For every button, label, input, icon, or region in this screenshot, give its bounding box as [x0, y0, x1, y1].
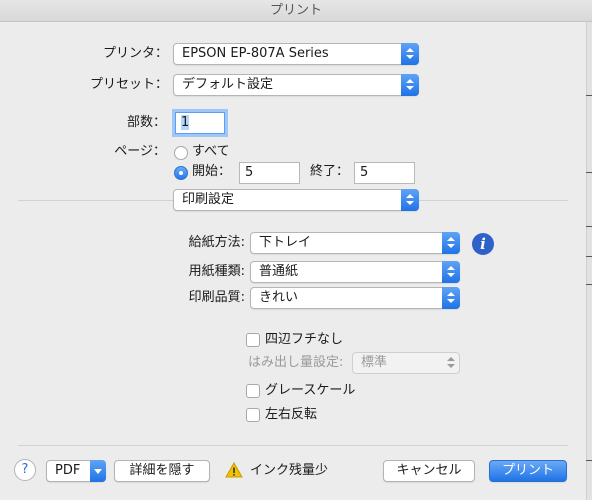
print-quality-value: きれい [259, 290, 299, 305]
chevron-updown-icon [442, 287, 460, 309]
pages-all-radio[interactable] [174, 146, 188, 160]
copies-label: 部数： [126, 115, 166, 130]
copies-field[interactable]: 1 [175, 112, 225, 134]
paper-source-popup[interactable]: 下トレイ [250, 232, 460, 254]
paper-source-value: 下トレイ [259, 235, 312, 250]
borderless-checkbox[interactable] [246, 333, 260, 347]
pages-to-field[interactable]: 5 [354, 162, 415, 184]
print-button[interactable]: プリント [489, 460, 567, 482]
chevron-updown-icon [401, 74, 419, 96]
chevron-updown-icon [442, 352, 460, 374]
preset-popup[interactable]: デフォルト設定 [173, 74, 419, 96]
cancel-button[interactable]: キャンセル [383, 460, 475, 482]
warning-icon [225, 462, 243, 478]
preset-label: プリセット： [89, 77, 168, 92]
copies-value: 1 [181, 115, 190, 130]
window-edge [586, 22, 592, 500]
printer-value: EPSON EP-807A Series [182, 46, 329, 61]
chevron-updown-icon [401, 189, 419, 211]
pages-from-field[interactable]: 5 [239, 162, 300, 184]
edge-tick [586, 95, 592, 96]
edge-tick [586, 172, 592, 173]
pages-all-label: すべて [192, 144, 230, 159]
print-quality-popup[interactable]: きれい [250, 287, 460, 309]
paper-source-label: 給紙方法: [188, 235, 245, 250]
pdf-label: PDF [55, 463, 81, 478]
pages-range-label: 開始： [192, 164, 232, 179]
media-type-value: 普通紙 [259, 264, 299, 279]
media-type-popup[interactable]: 普通紙 [250, 261, 460, 283]
print-quality-label: 印刷品質: [188, 290, 245, 305]
info-icon[interactable]: i [472, 233, 494, 255]
hide-details-button[interactable]: 詳細を隠す [114, 460, 210, 482]
expansion-popup[interactable]: 標準 [352, 352, 460, 374]
pages-from-value: 5 [245, 165, 254, 180]
grayscale-checkbox[interactable] [246, 384, 260, 398]
grayscale-label: グレースケール [265, 383, 356, 398]
pdf-button[interactable]: PDF [46, 460, 106, 482]
ink-status-text: インク残量少 [250, 463, 329, 478]
preset-value: デフォルト設定 [182, 77, 274, 92]
section-popup[interactable]: 印刷設定 [173, 189, 419, 211]
edge-tick [586, 460, 592, 461]
chevron-updown-icon [401, 43, 419, 65]
expansion-value: 標準 [361, 355, 388, 370]
pages-label: ページ： [114, 144, 166, 159]
chevron-updown-icon [442, 232, 460, 254]
pages-to-label: 終了： [310, 164, 350, 179]
borderless-label: 四辺フチなし [265, 332, 344, 347]
media-type-label: 用紙種類: [188, 264, 245, 279]
mirror-checkbox[interactable] [246, 408, 260, 422]
expansion-label: はみ出し量設定: [248, 355, 344, 370]
printer-popup[interactable]: EPSON EP-807A Series [173, 43, 419, 65]
chevron-updown-icon [442, 261, 460, 283]
printer-label: プリンタ： [102, 46, 168, 61]
window-title: プリント [0, 0, 592, 22]
mirror-label: 左右反転 [265, 407, 318, 422]
edge-tick [586, 284, 592, 285]
pages-range-radio[interactable] [174, 166, 188, 180]
chevron-down-icon [90, 460, 106, 482]
edge-tick [586, 256, 592, 257]
help-button[interactable]: ? [14, 459, 36, 481]
edge-tick [586, 226, 592, 227]
footer-separator [18, 445, 568, 446]
section-value: 印刷設定 [182, 192, 235, 207]
pages-to-value: 5 [360, 165, 369, 180]
